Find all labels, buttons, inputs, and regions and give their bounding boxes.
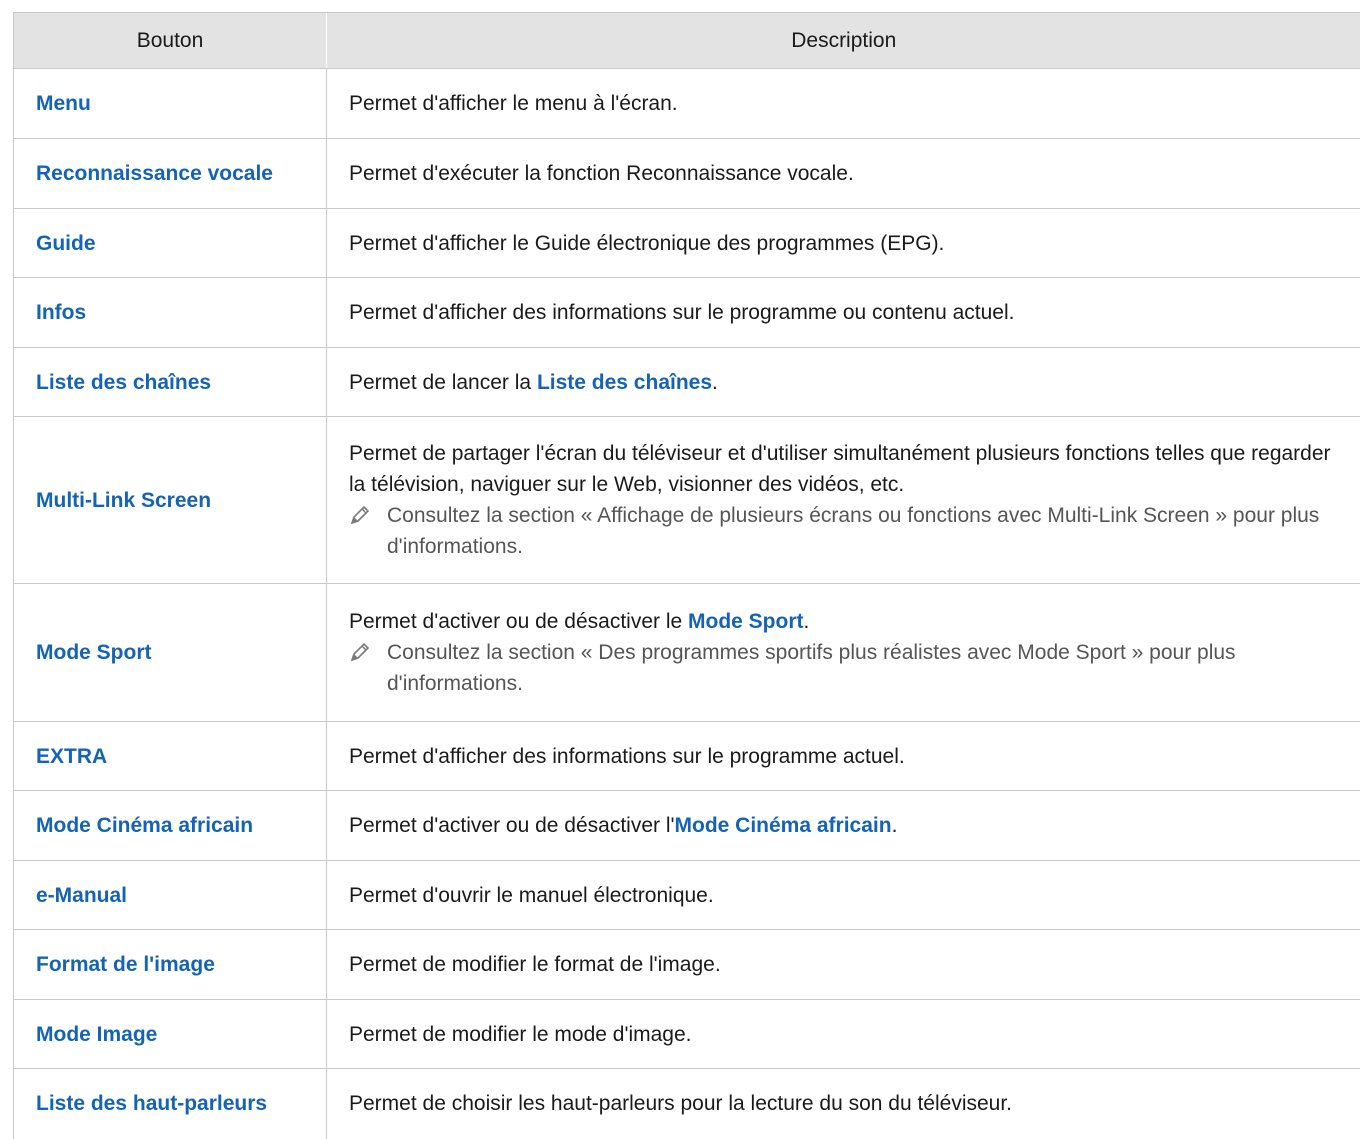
table-row: Liste des chaînes Permet de lancer la Li… [14,348,1360,417]
table-row: Mode Image Permet de modifier le mode d'… [14,1000,1360,1069]
table-row: EXTRA Permet d'afficher des informations… [14,722,1360,791]
button-name: Liste des chaînes [14,348,327,417]
description-text-part: Permet d'activer ou de désactiver le [349,610,688,633]
description-text: . [712,371,718,394]
button-name: Infos [14,278,327,348]
button-description: Permet d'afficher le Guide électronique … [327,209,1360,278]
button-name: Menu [14,69,327,139]
description-link-text: Liste des chaînes [537,371,712,394]
button-name: Multi-Link Screen [14,417,327,584]
description-text: Permet de partager l'écran du téléviseur… [349,438,1353,500]
table-row: Guide Permet d'afficher le Guide électro… [14,209,1360,278]
note: Consultez la section « Affichage de plus… [349,500,1353,562]
button-description: Permet de choisir les haut-parleurs pour… [327,1069,1360,1139]
pencil-icon [349,504,371,526]
table-row: Infos Permet d'afficher des informations… [14,278,1360,348]
button-name: EXTRA [14,722,327,791]
table-row: Reconnaissance vocale Permet d'exécuter … [14,139,1360,209]
button-description: Permet d'exécuter la fonction Reconnaiss… [327,139,1360,209]
button-name: Format de l'image [14,930,327,1000]
note: Consultez la section « Des programmes sp… [349,637,1353,699]
table-row: Mode Cinéma africain Permet d'activer ou… [14,791,1360,861]
button-description-table: Bouton Description Menu Permet d'affiche… [13,12,1360,1139]
button-name: Mode Image [14,1000,327,1069]
table-row: Format de l'image Permet de modifier le … [14,930,1360,1000]
button-name: Mode Cinéma africain [14,791,327,861]
button-name: Reconnaissance vocale [14,139,327,209]
button-description: Permet d'afficher des informations sur l… [327,278,1360,348]
button-description: Permet de modifier le mode d'image. [327,1000,1360,1069]
button-description: Permet d'activer ou de désactiver le Mod… [327,584,1360,722]
description-text-part: . [804,610,810,633]
button-description: Permet d'activer ou de désactiver l'Mode… [327,791,1360,861]
description-text: Permet d'activer ou de désactiver l' [349,814,675,837]
button-name: Liste des haut-parleurs [14,1069,327,1139]
column-header-description: Description [327,13,1360,69]
button-name: Guide [14,209,327,278]
button-description: Permet d'ouvrir le manuel électronique. [327,861,1360,930]
table-row: Menu Permet d'afficher le menu à l'écran… [14,69,1360,139]
table-row: Liste des haut-parleurs Permet de choisi… [14,1069,1360,1139]
note-text: Consultez la section « Des programmes sp… [387,641,1236,695]
button-table-container: Bouton Description Menu Permet d'affiche… [13,12,1360,1139]
description-text: Permet de lancer la [349,371,537,394]
button-description: Permet de lancer la Liste des chaînes. [327,348,1360,417]
table-row: e-Manual Permet d'ouvrir le manuel élect… [14,861,1360,930]
description-link-text: Mode Sport [688,610,804,633]
description-text: Permet d'activer ou de désactiver le Mod… [349,606,1353,637]
table-row: Mode Sport Permet d'activer ou de désact… [14,584,1360,722]
button-description: Permet d'afficher le menu à l'écran. [327,69,1360,139]
button-name: e-Manual [14,861,327,930]
note-text: Consultez la section « Affichage de plus… [387,504,1319,558]
button-name: Mode Sport [14,584,327,722]
button-description: Permet de modifier le format de l'image. [327,930,1360,1000]
button-description: Permet d'afficher des informations sur l… [327,722,1360,791]
column-header-button: Bouton [14,13,327,69]
description-link-text: Mode Cinéma africain [675,814,892,837]
button-description: Permet de partager l'écran du téléviseur… [327,417,1360,584]
table-row: Multi-Link Screen Permet de partager l'é… [14,417,1360,584]
description-text: . [892,814,898,837]
table-header-row: Bouton Description [14,13,1360,69]
pencil-icon [349,641,371,663]
